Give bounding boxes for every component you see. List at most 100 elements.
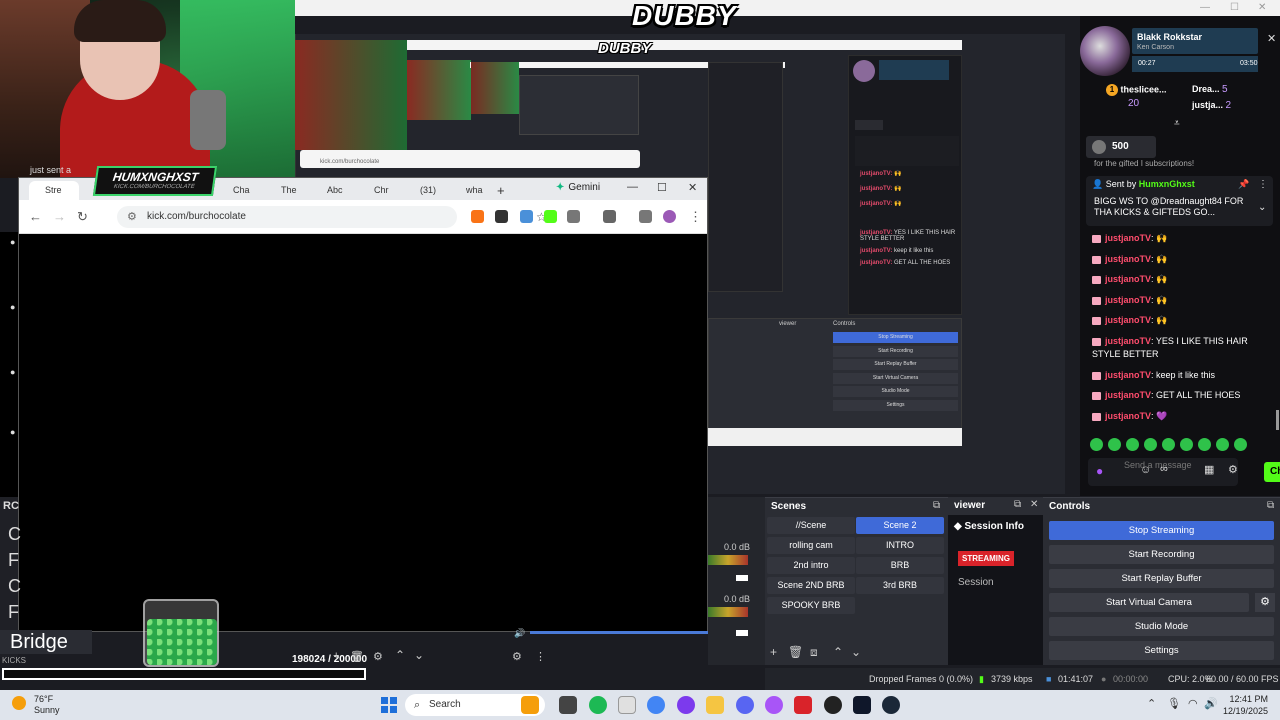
trash-icon[interactable]: 🗑 bbox=[350, 650, 364, 663]
forward-icon[interactable]: → bbox=[53, 209, 66, 224]
wifi-icon[interactable]: ◠ bbox=[1188, 697, 1198, 710]
emote-icon[interactable] bbox=[1234, 438, 1247, 451]
twitch-icon[interactable] bbox=[765, 696, 783, 714]
chat-username[interactable]: justjanoTV bbox=[1105, 390, 1151, 400]
browser-tab[interactable]: Chr bbox=[358, 181, 398, 200]
store-icon[interactable]: ▦ bbox=[1204, 463, 1214, 476]
maximize-icon[interactable]: ☐ bbox=[1230, 2, 1239, 13]
close-icon[interactable]: ✕ bbox=[1258, 2, 1266, 13]
chat-username[interactable]: justjanoTV bbox=[1105, 295, 1151, 305]
minimize-icon[interactable]: — bbox=[1200, 2, 1210, 13]
pin-icon[interactable]: 📌 bbox=[1238, 179, 1249, 190]
discord-icon[interactable] bbox=[736, 696, 754, 714]
extension-icon[interactable] bbox=[520, 210, 533, 223]
stop-streaming-button[interactable]: Stop Streaming bbox=[1049, 521, 1274, 540]
scene-item[interactable]: rolling cam bbox=[767, 537, 855, 554]
app-icon[interactable] bbox=[824, 696, 842, 714]
media-icon[interactable] bbox=[639, 210, 652, 223]
emote-icon[interactable] bbox=[1144, 438, 1157, 451]
emote-icon[interactable] bbox=[1180, 438, 1193, 451]
gear-icon[interactable]: ⚙ bbox=[373, 650, 383, 663]
start-replay-buffer-button[interactable]: Start Replay Buffer bbox=[1049, 569, 1274, 588]
scene-item[interactable]: //Scene bbox=[767, 517, 855, 534]
leaderboard-entry[interactable]: 1 theslicee... bbox=[1106, 84, 1167, 96]
chat-username[interactable]: justjanoTV bbox=[1105, 370, 1151, 380]
collapse-icon[interactable]: ⩡ bbox=[1174, 118, 1180, 129]
extension-icon[interactable] bbox=[471, 210, 484, 223]
scene-up-icon[interactable]: ⌃ bbox=[833, 645, 843, 659]
chat-scrollbar[interactable] bbox=[1276, 410, 1279, 430]
chrome-icon[interactable] bbox=[647, 696, 665, 714]
scene-filter-icon[interactable]: ⧈ bbox=[810, 645, 818, 660]
file-explorer-icon[interactable] bbox=[706, 696, 724, 714]
move-down-icon[interactable]: ⌄ bbox=[414, 648, 424, 662]
browser-tab[interactable]: Cha bbox=[217, 181, 257, 200]
terminal-icon[interactable] bbox=[853, 696, 871, 714]
chevron-down-icon[interactable]: ⌄ bbox=[1258, 202, 1266, 213]
add-source-icon[interactable]: + bbox=[333, 650, 339, 662]
gemini-button[interactable]: ✦ Gemini bbox=[556, 182, 600, 193]
extensions-puzzle-icon[interactable] bbox=[567, 210, 580, 223]
undock-icon[interactable]: ⧉ bbox=[1267, 500, 1274, 511]
scene-item[interactable]: 3rd BRB bbox=[856, 577, 944, 594]
start-recording-button[interactable]: Start Recording bbox=[1049, 545, 1274, 564]
browser-window[interactable]: Stre Cha The Abc Chr (31) wha + ✦ Gemini … bbox=[18, 177, 708, 632]
spotify-icon[interactable] bbox=[589, 696, 607, 714]
menu-icon[interactable]: ⋮ bbox=[689, 209, 702, 225]
extension-icon[interactable] bbox=[495, 210, 508, 223]
emote-icon[interactable] bbox=[1108, 438, 1121, 451]
undock-icon[interactable]: ⧉ bbox=[1014, 499, 1021, 510]
browser-close-button[interactable]: ✕ bbox=[688, 181, 697, 194]
browser-tab[interactable]: wha bbox=[450, 181, 490, 200]
browser-maximize-button[interactable]: ☐ bbox=[657, 181, 667, 194]
profile-avatar[interactable] bbox=[663, 210, 676, 223]
scene-item[interactable]: SPOOKY BRB bbox=[767, 597, 855, 614]
remove-scene-icon[interactable]: 🗑 bbox=[788, 645, 803, 659]
mixer-settings-icon[interactable]: ⚙ bbox=[512, 650, 522, 663]
task-view-icon[interactable] bbox=[559, 696, 577, 714]
volume-icon[interactable]: 🔊 bbox=[1204, 697, 1218, 710]
browser-tab[interactable]: Stre bbox=[29, 181, 79, 200]
weather-widget[interactable]: 76°F Sunny bbox=[12, 694, 60, 716]
itunes-icon[interactable] bbox=[618, 696, 636, 714]
chat-username[interactable]: justjanoTV bbox=[1105, 315, 1151, 325]
chat-settings-icon[interactable]: ⚙ bbox=[1228, 463, 1238, 476]
kick-extension-icon[interactable] bbox=[544, 210, 557, 223]
back-icon[interactable]: ← bbox=[29, 209, 42, 224]
virtual-camera-gear-icon[interactable]: ⚙ bbox=[1255, 593, 1275, 612]
move-up-icon[interactable]: ⌃ bbox=[395, 648, 405, 662]
sidebar-icon[interactable] bbox=[603, 210, 616, 223]
microphone-icon[interactable]: 🎙 bbox=[1167, 697, 1181, 710]
chat-username[interactable]: justjanoTV bbox=[1105, 411, 1151, 421]
emoji-icon[interactable]: ☺ bbox=[1140, 464, 1151, 476]
browser-tab[interactable]: The bbox=[265, 181, 305, 200]
browser-tab[interactable]: Abc bbox=[311, 181, 351, 200]
volume-knob[interactable] bbox=[736, 575, 748, 581]
new-tab-button[interactable]: + bbox=[493, 181, 513, 200]
scene-item[interactable]: 2nd intro bbox=[767, 557, 855, 574]
pinned-message[interactable]: 👤 Sent by HumxnGhxst 📌 ⋮ ⌄ BIGG WS TO @D… bbox=[1086, 176, 1273, 226]
chat-username[interactable]: justjanoTV bbox=[1105, 336, 1151, 346]
steam-icon[interactable] bbox=[882, 696, 900, 714]
settings-button[interactable]: Settings bbox=[1049, 641, 1274, 660]
pin-menu-icon[interactable]: ⋮ bbox=[1258, 179, 1268, 190]
emote-icon[interactable] bbox=[1216, 438, 1229, 451]
scene-down-icon[interactable]: ⌄ bbox=[851, 645, 861, 659]
scene-item-active[interactable]: Scene 2 bbox=[856, 517, 944, 534]
chat-username[interactable]: justjanoTV bbox=[1105, 233, 1151, 243]
emote-icon[interactable] bbox=[1198, 438, 1211, 451]
chat-send-button[interactable]: Chat bbox=[1264, 462, 1280, 482]
site-info-icon[interactable]: ⚙ bbox=[127, 210, 137, 223]
emote-icon[interactable] bbox=[1090, 438, 1103, 451]
volume-knob[interactable] bbox=[736, 630, 748, 636]
browser-tab[interactable]: (31) bbox=[404, 181, 444, 200]
speaker-icon[interactable]: 🔊 bbox=[514, 628, 525, 639]
mic-icon[interactable]: ● bbox=[1096, 464, 1103, 478]
add-scene-icon[interactable]: + bbox=[770, 645, 777, 659]
emote-icon[interactable] bbox=[1162, 438, 1175, 451]
address-bar[interactable]: ⚙ kick.com/burchocolate ☆ bbox=[117, 206, 547, 228]
scene-item[interactable]: INTRO bbox=[856, 537, 944, 554]
scene-item[interactable]: Scene 2ND BRB bbox=[767, 577, 855, 594]
chat-username[interactable]: justjanoTV bbox=[1105, 254, 1151, 264]
undock-icon[interactable]: ⧉ bbox=[933, 500, 940, 511]
